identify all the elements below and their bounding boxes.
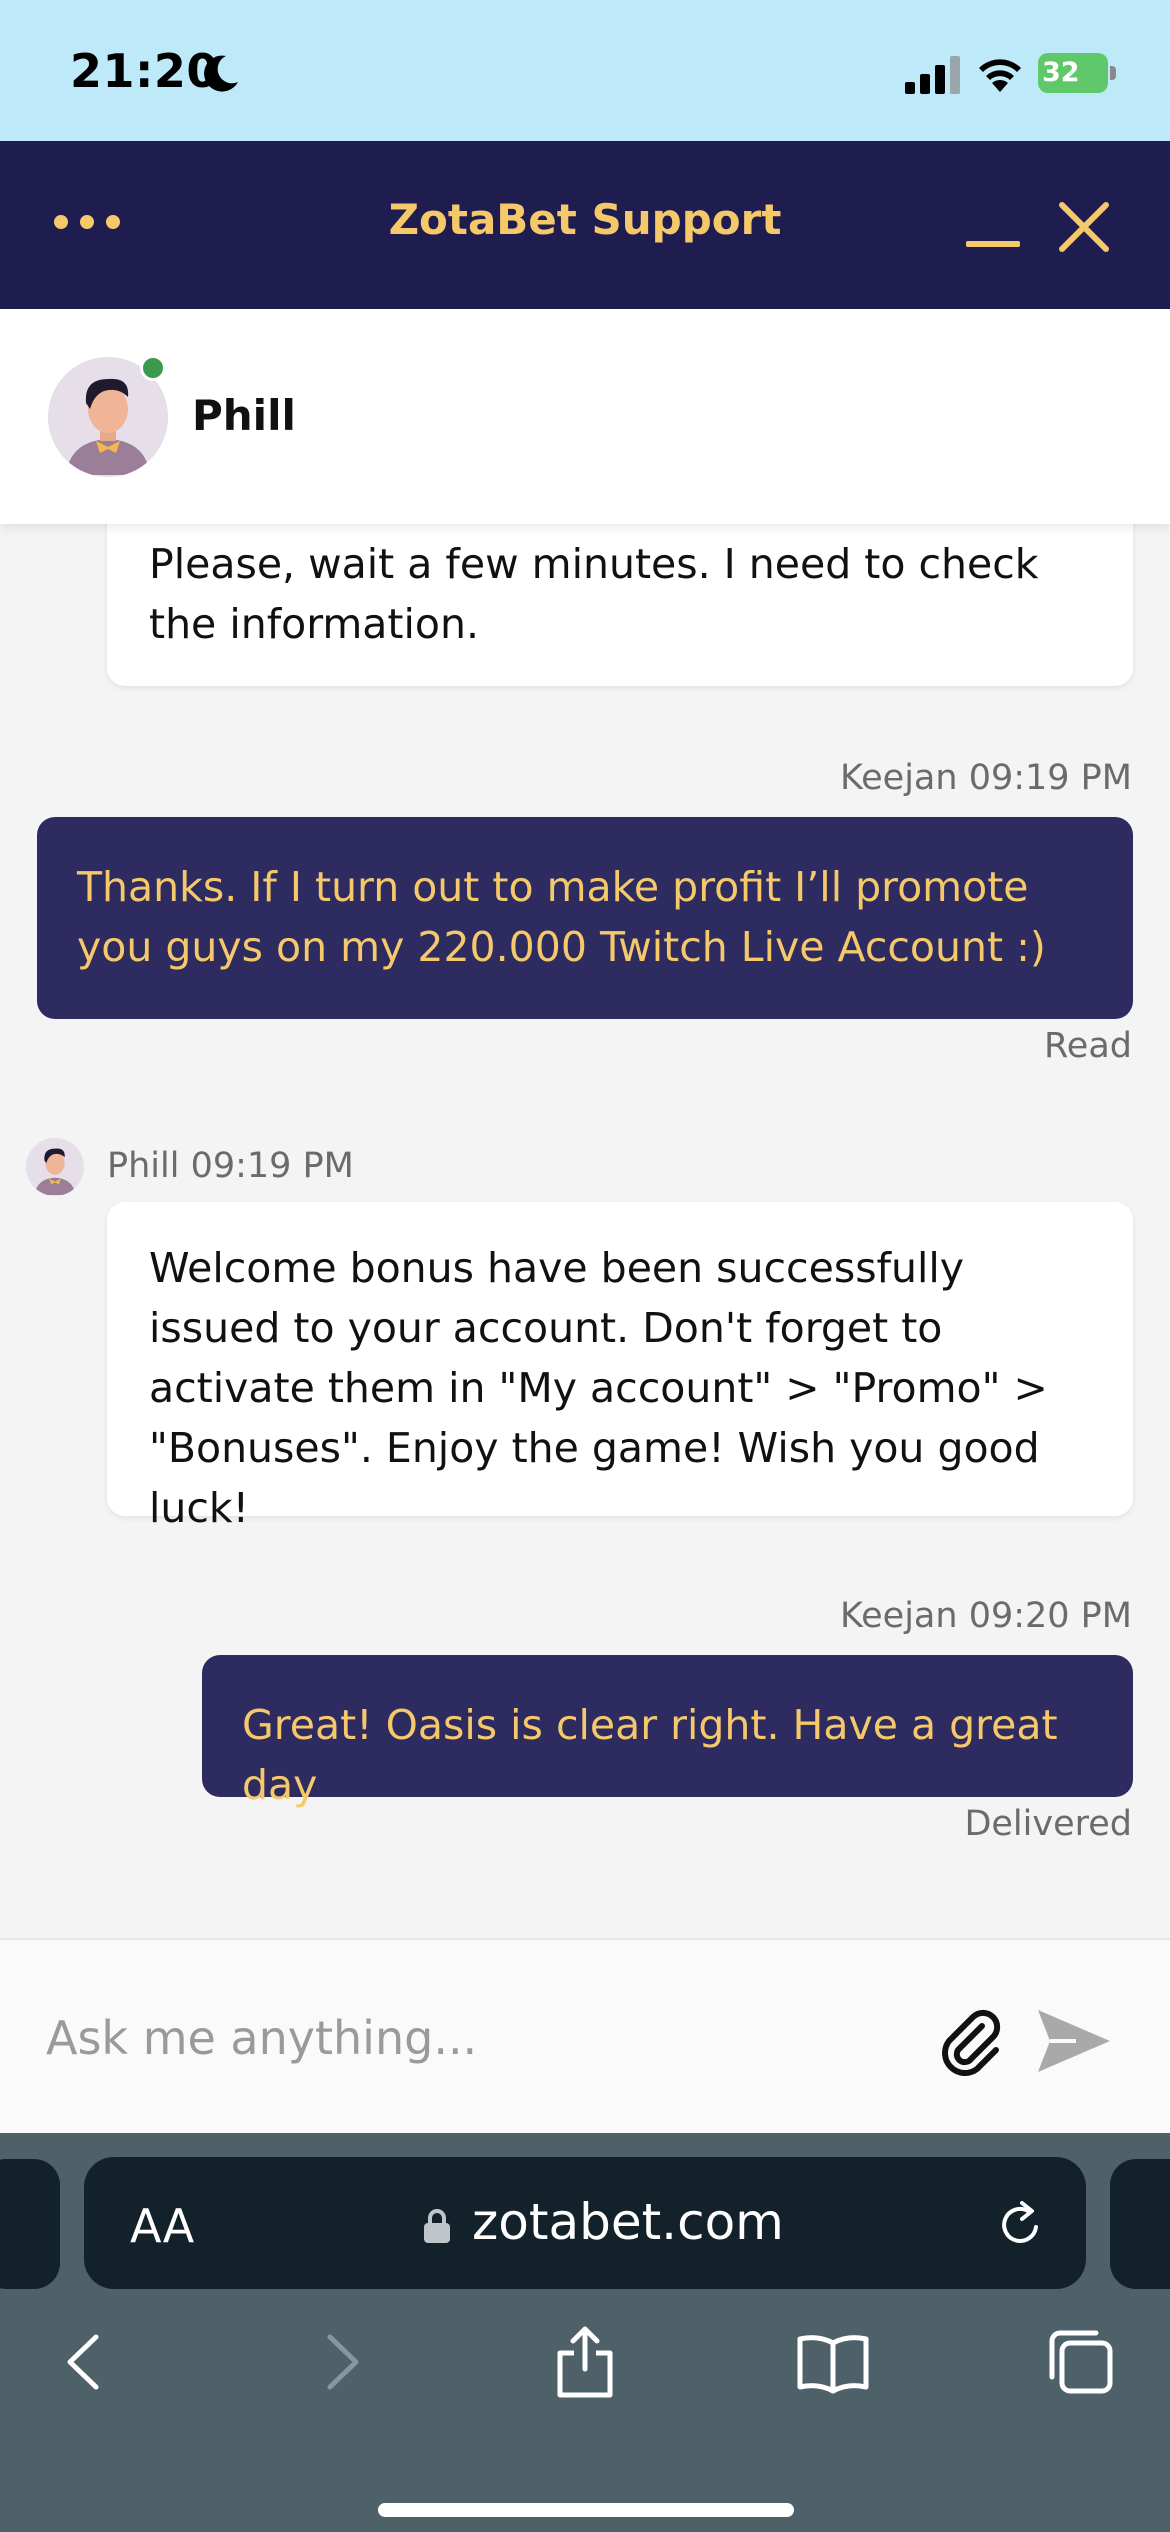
send-icon[interactable]	[1036, 2008, 1112, 2074]
user-message: Great! Oasis is clear right. Have a grea…	[202, 1655, 1133, 1809]
message-text: Welcome bonus have been successfully iss…	[149, 1244, 1048, 1532]
message-meta: Phill 09:19 PM	[107, 1146, 354, 1186]
browser-toolbar: AA zotabet.com	[0, 2133, 1170, 2532]
message-meta: Keejan 09:19 PM	[839, 758, 1132, 798]
agent-name: Phill	[192, 391, 296, 440]
agent-message: Welcome bonus have been successfully iss…	[107, 1202, 1133, 1532]
agent-mini-avatar	[26, 1138, 84, 1196]
bookmarks-icon[interactable]	[794, 2323, 872, 2401]
cellular-signal-icon	[905, 56, 960, 94]
agent-bar: Phill	[0, 309, 1170, 524]
battery-level: 32	[1042, 57, 1080, 88]
lock-icon	[424, 2209, 450, 2243]
user-message: Thanks. If I turn out to make profit I’l…	[37, 817, 1133, 1019]
status-time: 21:20	[70, 44, 219, 98]
message-text: Thanks. If I turn out to make profit I’l…	[77, 863, 1046, 971]
attachment-icon[interactable]	[936, 2006, 1006, 2076]
chat-messages: Please, wait a few minutes. I need to ch…	[0, 524, 1170, 1938]
text-size-button[interactable]: AA	[130, 2199, 194, 2253]
minimize-icon[interactable]	[966, 241, 1020, 247]
message-meta: Keejan 09:20 PM	[839, 1596, 1132, 1636]
message-input[interactable]	[46, 1998, 906, 2078]
text-size-label: AA	[130, 2199, 195, 2253]
share-icon[interactable]	[546, 2323, 624, 2401]
moon-icon	[204, 55, 238, 92]
previous-tab-preview[interactable]	[0, 2159, 60, 2289]
message-status: Read	[1044, 1026, 1132, 1066]
close-icon[interactable]	[1056, 199, 1112, 255]
url-text: zotabet.com	[472, 2193, 784, 2251]
back-icon[interactable]	[48, 2323, 126, 2401]
next-tab-preview[interactable]	[1110, 2159, 1170, 2289]
message-text: Please, wait a few minutes. I need to ch…	[149, 540, 1039, 648]
address-bar[interactable]: AA zotabet.com	[84, 2157, 1086, 2289]
battery-icon: 32	[1038, 53, 1116, 93]
forward-icon[interactable]	[300, 2323, 378, 2401]
online-status-indicator	[140, 355, 166, 381]
reload-icon[interactable]	[992, 2197, 1048, 2253]
chat-title: ZotaBet Support	[388, 195, 782, 244]
status-bar: 21:20 32	[0, 0, 1170, 141]
message-status: Delivered	[964, 1804, 1132, 1844]
chat-header: ZotaBet Support	[0, 141, 1170, 309]
message-composer	[0, 1938, 1170, 2133]
message-text: Great! Oasis is clear right. Have a grea…	[242, 1701, 1058, 1809]
wifi-icon	[979, 59, 1021, 92]
tabs-icon[interactable]	[1042, 2323, 1120, 2401]
home-indicator[interactable]	[378, 2503, 794, 2517]
agent-message: Please, wait a few minutes. I need to ch…	[107, 524, 1133, 686]
